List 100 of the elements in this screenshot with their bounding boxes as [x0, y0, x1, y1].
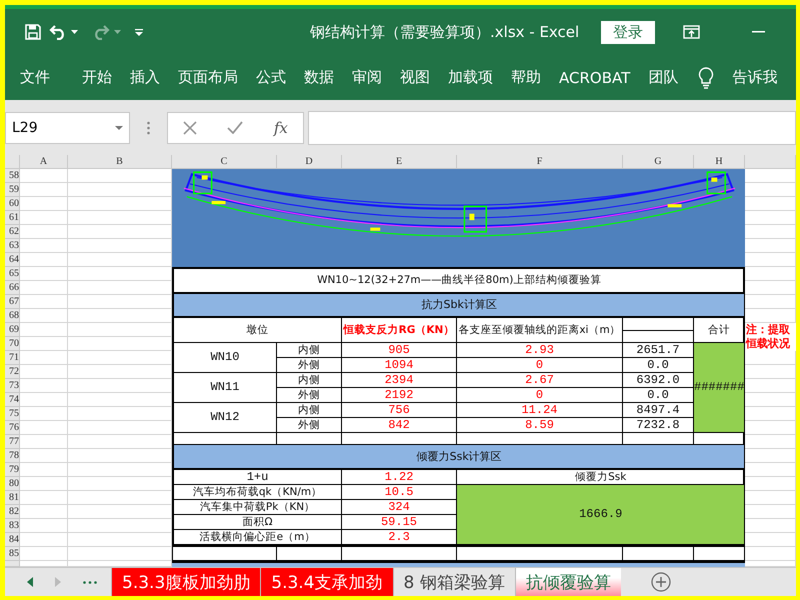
redo-icon[interactable] — [92, 24, 110, 40]
row-header[interactable]: 60 — [5, 197, 20, 211]
sheet-tab[interactable]: 抗倾覆验算 — [514, 568, 621, 596]
ribbon-tab[interactable]: 文件 — [20, 68, 50, 87]
ribbon-tab[interactable]: 开始 — [82, 68, 112, 87]
table-cell: ####### — [694, 342, 746, 433]
column-header[interactable]: A — [20, 155, 68, 169]
row-header[interactable]: 81 — [5, 491, 20, 505]
note-text: 注：提取 — [746, 323, 791, 337]
previous-sheet-icon[interactable] — [27, 577, 33, 587]
sheet-tab[interactable]: 5.3.3腹板加劲肋 — [111, 568, 260, 596]
row-header[interactable]: 75 — [5, 407, 20, 421]
row-header[interactable]: 71 — [5, 351, 20, 365]
caret-icon[interactable] — [71, 30, 78, 34]
column-header[interactable]: E — [342, 155, 457, 169]
table-header: 各支座至倾覆轴线的距离xi（m） — [457, 318, 623, 343]
row-header[interactable]: 59 — [5, 183, 20, 197]
ribbon-tab[interactable]: 视图 — [400, 68, 430, 87]
table-cell: 0 — [457, 358, 623, 373]
lightbulb-icon[interactable] — [698, 66, 714, 88]
row-header[interactable]: 70 — [5, 337, 20, 351]
ribbon-tab[interactable]: 加载项 — [448, 68, 493, 87]
ribbon-tab[interactable]: 公式 — [256, 68, 286, 87]
column-header[interactable]: D — [277, 155, 342, 169]
table-cell: 1666.9 — [457, 484, 746, 545]
row-header[interactable]: 84 — [5, 533, 20, 547]
undo-icon[interactable] — [49, 24, 67, 40]
table-cell: 2394 — [342, 372, 457, 388]
table-cell: 842 — [342, 418, 457, 433]
customize-icon[interactable] — [135, 28, 143, 36]
row-header[interactable]: 72 — [5, 365, 20, 379]
ribbon-tab[interactable]: ACROBAT — [559, 68, 630, 86]
ribbon-tab[interactable]: 帮助 — [511, 68, 541, 87]
row-header[interactable]: 69 — [5, 323, 20, 337]
row-header[interactable]: 62 — [5, 225, 20, 239]
table-cell: 1+u — [174, 470, 342, 485]
row-header[interactable]: 61 — [5, 211, 20, 225]
ribbon-tab[interactable]: 插入 — [130, 68, 160, 87]
row-header[interactable]: 82 — [5, 505, 20, 519]
next-sheet-icon[interactable] — [55, 577, 61, 587]
row-header[interactable]: 76 — [5, 421, 20, 435]
table-cell: 汽车均布荷载qk（KN/m） — [174, 484, 342, 500]
row-header[interactable]: 80 — [5, 477, 20, 491]
row-header[interactable]: 67 — [5, 295, 20, 309]
row-header[interactable]: 58 — [5, 169, 20, 183]
insert-function-button[interactable]: fx — [274, 118, 288, 136]
row-header[interactable]: 73 — [5, 379, 20, 393]
formula-input[interactable] — [308, 110, 796, 144]
row-header[interactable]: 64 — [5, 253, 20, 267]
table-cell: 外侧 — [277, 358, 342, 373]
row-header[interactable]: 77 — [5, 435, 20, 449]
table-cell: WN11 — [174, 372, 277, 403]
ribbon-tab[interactable]: 数据 — [304, 68, 334, 87]
section-header: 抗力Sbk计算区 — [174, 294, 746, 318]
select-all-button[interactable] — [5, 155, 20, 169]
column-header[interactable] — [745, 155, 796, 169]
ribbon-tab[interactable]: 审阅 — [352, 68, 382, 87]
table-cell: 0 — [457, 388, 623, 403]
row-header[interactable]: 74 — [5, 393, 20, 407]
caret-icon[interactable] — [114, 30, 121, 34]
cancel-icon[interactable] — [183, 120, 198, 134]
row-header[interactable]: 79 — [5, 463, 20, 477]
row-header[interactable]: 83 — [5, 519, 20, 533]
ribbon-tab[interactable]: 页面布局 — [178, 68, 238, 87]
window-title: 钢结构计算（需要验算项）.xlsx - Excel — [310, 22, 580, 42]
empty-cell[interactable] — [623, 330, 694, 343]
column-header[interactable]: G — [623, 155, 694, 169]
caret-icon[interactable] — [115, 126, 123, 130]
ribbon-display-icon[interactable] — [683, 25, 700, 39]
ribbon-tab[interactable]: 团队 — [648, 68, 678, 87]
row-header[interactable]: 65 — [5, 267, 20, 281]
row-header[interactable]: 66 — [5, 281, 20, 295]
table-cell: 外侧 — [277, 418, 342, 433]
save-icon[interactable] — [25, 24, 41, 40]
table-cell: 2192 — [342, 388, 457, 403]
sign-in-button[interactable]: 登录 — [601, 20, 656, 44]
row-header[interactable]: 85 — [5, 547, 20, 561]
empty-cell[interactable] — [623, 318, 694, 331]
table-cell: 面积Ω — [174, 514, 342, 530]
minimize-icon[interactable] — [752, 31, 766, 33]
column-header[interactable]: F — [457, 155, 623, 169]
table-cell: 8.59 — [457, 418, 623, 433]
row-header[interactable]: 63 — [5, 239, 20, 253]
row-header[interactable]: 78 — [5, 449, 20, 463]
table-cell: 汽车集中荷载Pk（KN） — [174, 500, 342, 515]
column-header[interactable]: C — [172, 155, 277, 169]
check-icon[interactable] — [227, 121, 244, 134]
grip-icon[interactable] — [147, 120, 150, 134]
add-sheet-icon[interactable] — [650, 572, 671, 592]
row-header[interactable] — [5, 561, 20, 567]
column-header[interactable]: B — [68, 155, 172, 169]
sheet-tab[interactable]: 5.3.4支承加劲 — [260, 568, 393, 596]
row-header[interactable]: 68 — [5, 309, 20, 323]
table-cell: 活载横向偏心距e（m） — [174, 530, 342, 545]
note-text: 恒载状况 — [746, 337, 791, 351]
tell-me-field[interactable]: 告诉我 — [732, 68, 778, 87]
name-box[interactable]: L29 — [5, 112, 130, 144]
column-header[interactable]: H — [694, 155, 745, 169]
table-cell: WN12 — [174, 402, 277, 433]
more-sheets-icon[interactable] — [83, 580, 97, 584]
